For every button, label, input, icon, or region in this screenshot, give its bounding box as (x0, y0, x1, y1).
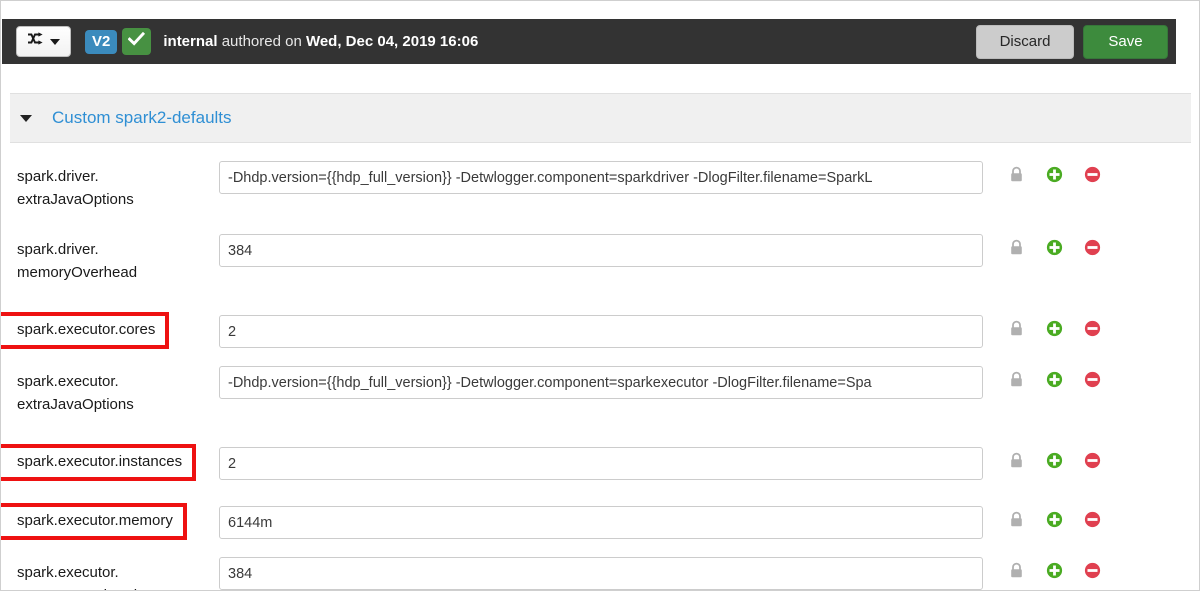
property-value-input[interactable] (219, 315, 983, 348)
config-editor-page: V2 internal authored on Wed, Dec 04, 201… (0, 0, 1200, 591)
highlight-box: spark.executor.instances (1, 444, 197, 481)
minus-circle-icon[interactable] (1073, 511, 1111, 528)
property-value-input[interactable] (219, 234, 983, 267)
lock-icon (997, 239, 1035, 256)
check-icon (127, 31, 146, 51)
property-value-input[interactable] (219, 557, 983, 590)
author-name: internal (163, 33, 218, 50)
save-button[interactable]: Save (1083, 24, 1168, 59)
property-name-line2: memoryOverhead (17, 264, 138, 282)
minus-circle-icon[interactable] (1073, 371, 1111, 388)
property-row: spark.executor. extraJavaOptions (1, 361, 1199, 434)
property-name-highlighted: spark.executor.instances (1, 434, 219, 481)
property-value-input[interactable] (219, 161, 983, 194)
property-row: spark.executor.memoryOverhead (1, 552, 1199, 590)
section-title[interactable]: Custom spark2-defaults (52, 108, 232, 128)
plus-circle-icon[interactable] (1035, 562, 1073, 579)
property-row: spark.executor.memory (1, 493, 1199, 552)
minus-circle-icon[interactable] (1073, 320, 1111, 337)
property-row: spark.executor.cores (1, 302, 1199, 361)
current-version-status-badge[interactable] (122, 28, 152, 55)
shuffle-icon (27, 32, 45, 51)
chevron-down-icon (49, 38, 60, 45)
authored-text: internal authored on Wed, Dec 04, 2019 1… (163, 33, 478, 50)
lock-icon (997, 562, 1035, 579)
caret-down-icon[interactable] (20, 114, 32, 122)
minus-circle-icon[interactable] (1073, 562, 1111, 579)
authored-date: Wed, Dec 04, 2019 16:06 (305, 33, 479, 50)
minus-circle-icon[interactable] (1073, 239, 1111, 256)
lock-icon (997, 371, 1035, 388)
plus-circle-icon[interactable] (1035, 320, 1073, 337)
row-actions (997, 371, 1111, 388)
lock-icon (997, 511, 1035, 528)
property-value-input[interactable] (219, 506, 983, 539)
property-row: spark.driver. extraJavaOptions (1, 156, 1199, 229)
row-actions (997, 166, 1111, 183)
minus-circle-icon[interactable] (1073, 452, 1111, 469)
property-name: spark.executor. extraJavaOptions (17, 373, 134, 414)
property-row: spark.executor.instances (1, 434, 1199, 493)
row-actions (997, 562, 1111, 579)
property-name-line2: extraJavaOptions (17, 396, 134, 414)
property-name-line2: extraJavaOptions (17, 191, 134, 209)
version-badge[interactable]: V2 (85, 29, 118, 54)
authored-on-label: authored on (217, 33, 306, 50)
property-name-line2: memoryOverhead (17, 587, 137, 590)
version-action-bar: V2 internal authored on Wed, Dec 04, 201… (2, 19, 1176, 64)
property-name: spark.executor.memoryOverhead (1, 552, 219, 590)
property-name-highlighted: spark.executor.memory (1, 493, 219, 540)
section-header-custom-spark2-defaults[interactable]: Custom spark2-defaults (10, 93, 1191, 143)
row-actions (997, 511, 1111, 528)
property-row: spark.driver. memoryOverhead (1, 229, 1199, 302)
row-actions (997, 452, 1111, 469)
property-name-highlighted: spark.executor.cores (1, 302, 219, 349)
property-list: spark.driver.extraJavaOptions spark.drive… (1, 156, 1199, 590)
highlight-box: spark.executor.cores (1, 312, 170, 349)
discard-button[interactable]: Discard (976, 24, 1074, 59)
lock-icon (997, 452, 1035, 469)
property-value-input[interactable] (219, 366, 983, 399)
lock-icon (997, 320, 1035, 337)
minus-circle-icon[interactable] (1073, 166, 1111, 183)
plus-circle-icon[interactable] (1035, 239, 1073, 256)
property-name: spark.driver. extraJavaOptions (17, 168, 134, 209)
lock-icon (997, 166, 1035, 183)
row-actions (997, 239, 1111, 256)
row-actions (997, 320, 1111, 337)
plus-circle-icon[interactable] (1035, 511, 1073, 528)
compare-versions-button[interactable] (16, 26, 71, 57)
plus-circle-icon[interactable] (1035, 371, 1073, 388)
plus-circle-icon[interactable] (1035, 166, 1073, 183)
highlight-box: spark.executor.memory (1, 503, 187, 540)
plus-circle-icon[interactable] (1035, 452, 1073, 469)
property-value-input[interactable] (219, 447, 983, 480)
property-name: spark.driver. memoryOverhead (17, 241, 138, 282)
